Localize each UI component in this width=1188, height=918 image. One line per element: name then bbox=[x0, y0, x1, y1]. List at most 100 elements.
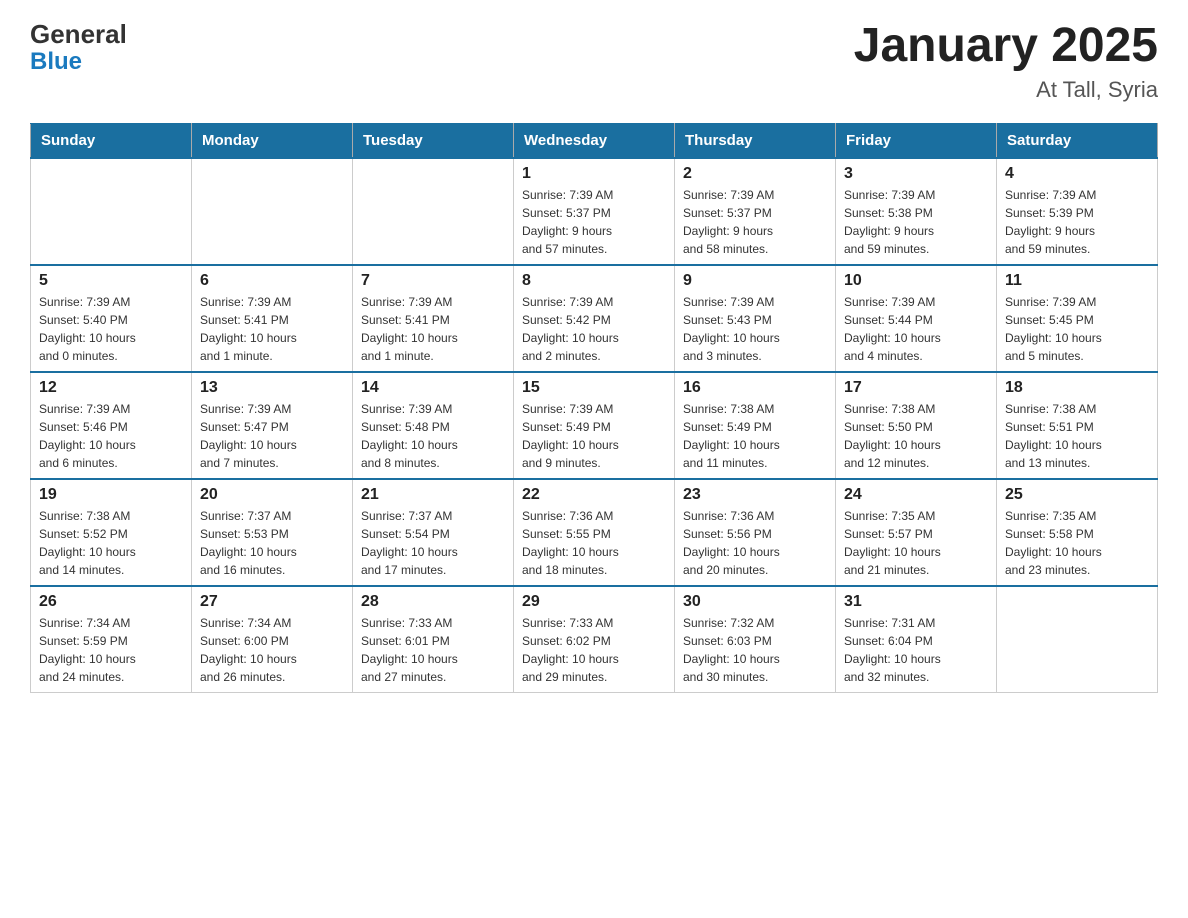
logo: General Blue bbox=[30, 20, 127, 75]
day-number: 30 bbox=[683, 593, 827, 611]
calendar-week-row: 1 Sunrise: 7:39 AM Sunset: 5:37 PM Daylig… bbox=[31, 158, 1158, 265]
month-year-title: January 2025 bbox=[854, 20, 1158, 73]
day-info: Sunrise: 7:39 AM Sunset: 5:37 PM Dayligh… bbox=[683, 186, 827, 258]
calendar-cell: 7 Sunrise: 7:39 AM Sunset: 5:41 PM Daylig… bbox=[353, 265, 514, 372]
day-number: 29 bbox=[522, 593, 666, 611]
calendar-header-monday: Monday bbox=[192, 123, 353, 158]
calendar-week-row: 12 Sunrise: 7:39 AM Sunset: 5:46 PM Dayli… bbox=[31, 372, 1158, 479]
day-info: Sunrise: 7:39 AM Sunset: 5:41 PM Dayligh… bbox=[361, 293, 505, 365]
day-info: Sunrise: 7:39 AM Sunset: 5:46 PM Dayligh… bbox=[39, 400, 183, 472]
calendar-header-sunday: Sunday bbox=[31, 123, 192, 158]
calendar-cell: 29 Sunrise: 7:33 AM Sunset: 6:02 PM Dayli… bbox=[514, 586, 675, 693]
day-info: Sunrise: 7:38 AM Sunset: 5:52 PM Dayligh… bbox=[39, 507, 183, 579]
day-info: Sunrise: 7:35 AM Sunset: 5:58 PM Dayligh… bbox=[1005, 507, 1149, 579]
calendar-cell: 2 Sunrise: 7:39 AM Sunset: 5:37 PM Daylig… bbox=[675, 158, 836, 265]
calendar-cell: 14Sunrise: 7:39 AM Sunset: 5:48 PM Dayli… bbox=[353, 372, 514, 479]
calendar-cell: 15Sunrise: 7:39 AM Sunset: 5:49 PM Dayli… bbox=[514, 372, 675, 479]
day-number: 18 bbox=[1005, 379, 1149, 397]
day-info: Sunrise: 7:39 AM Sunset: 5:44 PM Dayligh… bbox=[844, 293, 988, 365]
calendar-cell: 13Sunrise: 7:39 AM Sunset: 5:47 PM Dayli… bbox=[192, 372, 353, 479]
day-number: 19 bbox=[39, 486, 183, 504]
calendar-week-row: 26Sunrise: 7:34 AM Sunset: 5:59 PM Dayli… bbox=[31, 586, 1158, 693]
calendar-header-friday: Friday bbox=[836, 123, 997, 158]
day-number: 13 bbox=[200, 379, 344, 397]
calendar-week-row: 5Sunrise: 7:39 AM Sunset: 5:40 PM Daylig… bbox=[31, 265, 1158, 372]
day-number: 31 bbox=[844, 593, 988, 611]
day-info: Sunrise: 7:39 AM Sunset: 5:42 PM Dayligh… bbox=[522, 293, 666, 365]
day-number: 6 bbox=[200, 272, 344, 290]
day-number: 21 bbox=[361, 486, 505, 504]
calendar-cell: 6 Sunrise: 7:39 AM Sunset: 5:41 PM Daylig… bbox=[192, 265, 353, 372]
day-info: Sunrise: 7:39 AM Sunset: 5:37 PM Dayligh… bbox=[522, 186, 666, 258]
calendar-table: SundayMondayTuesdayWednesdayThursdayFrid… bbox=[30, 123, 1158, 693]
day-number: 4 bbox=[1005, 165, 1149, 183]
calendar-header-wednesday: Wednesday bbox=[514, 123, 675, 158]
day-info: Sunrise: 7:38 AM Sunset: 5:51 PM Dayligh… bbox=[1005, 400, 1149, 472]
day-info: Sunrise: 7:39 AM Sunset: 5:48 PM Dayligh… bbox=[361, 400, 505, 472]
calendar-cell: 21 Sunrise: 7:37 AM Sunset: 5:54 PM Dayli… bbox=[353, 479, 514, 586]
day-number: 15 bbox=[522, 379, 666, 397]
day-number: 23 bbox=[683, 486, 827, 504]
day-number: 2 bbox=[683, 165, 827, 183]
day-info: Sunrise: 7:33 AM Sunset: 6:01 PM Dayligh… bbox=[361, 614, 505, 686]
day-info: Sunrise: 7:35 AM Sunset: 5:57 PM Dayligh… bbox=[844, 507, 988, 579]
calendar-cell: 3Sunrise: 7:39 AM Sunset: 5:38 PM Daylig… bbox=[836, 158, 997, 265]
calendar-cell: 5Sunrise: 7:39 AM Sunset: 5:40 PM Daylig… bbox=[31, 265, 192, 372]
calendar-cell: 27 Sunrise: 7:34 AM Sunset: 6:00 PM Dayli… bbox=[192, 586, 353, 693]
day-info: Sunrise: 7:33 AM Sunset: 6:02 PM Dayligh… bbox=[522, 614, 666, 686]
calendar-cell bbox=[353, 158, 514, 265]
logo-general-text: General bbox=[30, 20, 127, 49]
calendar-cell: 9Sunrise: 7:39 AM Sunset: 5:43 PM Daylig… bbox=[675, 265, 836, 372]
calendar-header-saturday: Saturday bbox=[997, 123, 1158, 158]
day-info: Sunrise: 7:39 AM Sunset: 5:39 PM Dayligh… bbox=[1005, 186, 1149, 258]
day-number: 16 bbox=[683, 379, 827, 397]
day-number: 25 bbox=[1005, 486, 1149, 504]
calendar-cell: 22 Sunrise: 7:36 AM Sunset: 5:55 PM Dayli… bbox=[514, 479, 675, 586]
day-info: Sunrise: 7:36 AM Sunset: 5:55 PM Dayligh… bbox=[522, 507, 666, 579]
day-number: 12 bbox=[39, 379, 183, 397]
calendar-header-tuesday: Tuesday bbox=[353, 123, 514, 158]
day-info: Sunrise: 7:39 AM Sunset: 5:40 PM Dayligh… bbox=[39, 293, 183, 365]
day-info: Sunrise: 7:39 AM Sunset: 5:38 PM Dayligh… bbox=[844, 186, 988, 258]
calendar-cell: 26Sunrise: 7:34 AM Sunset: 5:59 PM Dayli… bbox=[31, 586, 192, 693]
calendar-week-row: 19 Sunrise: 7:38 AM Sunset: 5:52 PM Dayli… bbox=[31, 479, 1158, 586]
day-number: 20 bbox=[200, 486, 344, 504]
day-info: Sunrise: 7:39 AM Sunset: 5:45 PM Dayligh… bbox=[1005, 293, 1149, 365]
day-info: Sunrise: 7:38 AM Sunset: 5:50 PM Dayligh… bbox=[844, 400, 988, 472]
calendar-cell: 1 Sunrise: 7:39 AM Sunset: 5:37 PM Daylig… bbox=[514, 158, 675, 265]
day-number: 8 bbox=[522, 272, 666, 290]
day-number: 1 bbox=[522, 165, 666, 183]
calendar-cell: 16Sunrise: 7:38 AM Sunset: 5:49 PM Dayli… bbox=[675, 372, 836, 479]
day-number: 11 bbox=[1005, 272, 1149, 290]
day-info: Sunrise: 7:34 AM Sunset: 6:00 PM Dayligh… bbox=[200, 614, 344, 686]
day-info: Sunrise: 7:31 AM Sunset: 6:04 PM Dayligh… bbox=[844, 614, 988, 686]
calendar-cell: 10 Sunrise: 7:39 AM Sunset: 5:44 PM Dayli… bbox=[836, 265, 997, 372]
calendar-cell: 23 Sunrise: 7:36 AM Sunset: 5:56 PM Dayli… bbox=[675, 479, 836, 586]
day-number: 26 bbox=[39, 593, 183, 611]
day-number: 7 bbox=[361, 272, 505, 290]
day-info: Sunrise: 7:36 AM Sunset: 5:56 PM Dayligh… bbox=[683, 507, 827, 579]
logo-blue-text: Blue bbox=[30, 49, 127, 75]
calendar-cell bbox=[997, 586, 1158, 693]
calendar-cell: 24 Sunrise: 7:35 AM Sunset: 5:57 PM Dayli… bbox=[836, 479, 997, 586]
calendar-cell: 31 Sunrise: 7:31 AM Sunset: 6:04 PM Dayli… bbox=[836, 586, 997, 693]
calendar-cell bbox=[31, 158, 192, 265]
day-number: 24 bbox=[844, 486, 988, 504]
title-block: January 2025 At Tall, Syria bbox=[854, 20, 1158, 103]
calendar-cell: 4 Sunrise: 7:39 AM Sunset: 5:39 PM Daylig… bbox=[997, 158, 1158, 265]
day-info: Sunrise: 7:39 AM Sunset: 5:41 PM Dayligh… bbox=[200, 293, 344, 365]
day-info: Sunrise: 7:39 AM Sunset: 5:43 PM Dayligh… bbox=[683, 293, 827, 365]
calendar-header-row: SundayMondayTuesdayWednesdayThursdayFrid… bbox=[31, 123, 1158, 158]
calendar-cell: 20 Sunrise: 7:37 AM Sunset: 5:53 PM Dayli… bbox=[192, 479, 353, 586]
calendar-header-thursday: Thursday bbox=[675, 123, 836, 158]
calendar-cell: 17 Sunrise: 7:38 AM Sunset: 5:50 PM Dayli… bbox=[836, 372, 997, 479]
calendar-cell: 19 Sunrise: 7:38 AM Sunset: 5:52 PM Dayli… bbox=[31, 479, 192, 586]
day-number: 17 bbox=[844, 379, 988, 397]
day-number: 10 bbox=[844, 272, 988, 290]
day-info: Sunrise: 7:37 AM Sunset: 5:54 PM Dayligh… bbox=[361, 507, 505, 579]
day-number: 22 bbox=[522, 486, 666, 504]
day-number: 27 bbox=[200, 593, 344, 611]
calendar-cell: 8 Sunrise: 7:39 AM Sunset: 5:42 PM Daylig… bbox=[514, 265, 675, 372]
calendar-cell: 12 Sunrise: 7:39 AM Sunset: 5:46 PM Dayli… bbox=[31, 372, 192, 479]
day-info: Sunrise: 7:37 AM Sunset: 5:53 PM Dayligh… bbox=[200, 507, 344, 579]
